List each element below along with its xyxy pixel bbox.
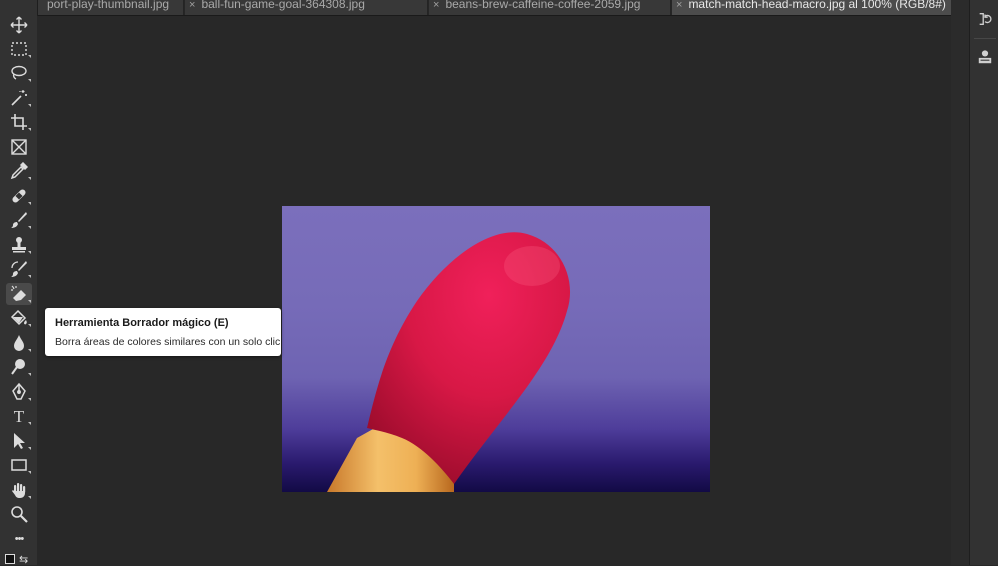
match-photo bbox=[327, 232, 571, 492]
marquee-icon bbox=[11, 42, 27, 56]
submenu-indicator-icon bbox=[28, 373, 31, 376]
pen-icon bbox=[12, 383, 26, 400]
swap-colors-icon[interactable]: ⇆ bbox=[19, 553, 28, 566]
tab-label: beans-brew-caffeine-coffee-2059.jpg bbox=[445, 0, 641, 11]
type-tool[interactable]: T bbox=[6, 405, 32, 427]
tool-tooltip: Herramienta Borrador mágico (E) Borra ár… bbox=[45, 308, 281, 356]
close-icon[interactable]: × bbox=[433, 0, 439, 11]
panel-gutter bbox=[951, 0, 969, 565]
tooltip-title: Herramienta Borrador mágico (E) bbox=[55, 317, 229, 329]
submenu-indicator-icon bbox=[28, 177, 31, 180]
magic-wand-icon bbox=[11, 90, 27, 106]
zoom-icon bbox=[11, 506, 28, 523]
submenu-indicator-icon bbox=[28, 422, 31, 425]
submenu-indicator-icon bbox=[28, 55, 31, 58]
magic-eraser-icon bbox=[11, 285, 26, 301]
submenu-indicator-icon bbox=[28, 300, 31, 303]
tab-beans-brew-caffeine-coffee[interactable]: × beans-brew-caffeine-coffee-2059.jpg bbox=[429, 0, 671, 15]
bandage-icon bbox=[12, 189, 26, 203]
clone-stamp-tool[interactable] bbox=[6, 234, 32, 256]
close-icon[interactable]: × bbox=[676, 0, 682, 11]
crop-tool[interactable] bbox=[6, 111, 32, 133]
rectangle-tool[interactable] bbox=[6, 454, 32, 476]
drop-icon bbox=[14, 335, 24, 351]
ellipsis-icon: ••• bbox=[14, 532, 25, 545]
dock-divider bbox=[974, 38, 996, 39]
blur-tool[interactable] bbox=[6, 332, 32, 354]
eyedropper-icon bbox=[10, 162, 28, 180]
frame-tool[interactable] bbox=[6, 136, 32, 158]
magic-wand-tool[interactable] bbox=[6, 87, 32, 109]
tab-port-play-thumbnail[interactable]: port-play-thumbnail.jpg bbox=[37, 0, 184, 15]
more-tools[interactable]: ••• bbox=[6, 528, 32, 550]
dodge-icon bbox=[11, 359, 25, 375]
libraries-panel-icon[interactable] bbox=[975, 47, 995, 67]
type-icon: T bbox=[13, 406, 25, 426]
rectangle-icon bbox=[11, 459, 27, 471]
tab-ball-fun-game-goal[interactable]: × ball-fun-game-goal-364308.jpg bbox=[185, 0, 428, 15]
submenu-indicator-icon bbox=[28, 349, 31, 352]
close-icon[interactable]: × bbox=[189, 0, 195, 11]
paint-bucket-tool[interactable] bbox=[6, 307, 32, 329]
crop-icon bbox=[11, 114, 27, 130]
arrow-icon bbox=[14, 433, 25, 449]
submenu-indicator-icon bbox=[28, 202, 31, 205]
magic-eraser-tool[interactable] bbox=[6, 283, 32, 305]
submenu-indicator-icon bbox=[28, 128, 31, 131]
tab-label: match-match-head-macro.jpg al 100% (RGB/… bbox=[688, 0, 946, 11]
brush-tool[interactable] bbox=[6, 209, 32, 231]
frame-icon bbox=[11, 139, 27, 155]
history-brush-tool[interactable] bbox=[6, 258, 32, 280]
submenu-indicator-icon bbox=[28, 496, 31, 499]
eyedropper-tool[interactable] bbox=[6, 160, 32, 182]
document-tab-bar: port-play-thumbnail.jpg × ball-fun-game-g… bbox=[37, 0, 951, 16]
tab-match-match-head-macro[interactable]: × match-match-head-macro.jpg al 100% (RGB… bbox=[672, 0, 951, 15]
tools-panel: T ••• ⇆ bbox=[0, 0, 38, 566]
submenu-indicator-icon bbox=[28, 226, 31, 229]
hand-tool[interactable] bbox=[6, 479, 32, 501]
submenu-indicator-icon bbox=[28, 275, 31, 278]
dodge-tool[interactable] bbox=[6, 356, 32, 378]
history-brush-icon bbox=[11, 261, 27, 277]
tab-label: ball-fun-game-goal-364308.jpg bbox=[201, 0, 365, 11]
tab-label: port-play-thumbnail.jpg bbox=[47, 0, 170, 11]
zoom-tool[interactable] bbox=[6, 503, 32, 525]
submenu-indicator-icon bbox=[28, 104, 31, 107]
stamp-icon bbox=[12, 237, 26, 253]
path-selection-tool[interactable] bbox=[6, 430, 32, 452]
lasso-tool[interactable] bbox=[6, 62, 32, 84]
default-colors-icon[interactable] bbox=[5, 554, 15, 564]
submenu-indicator-icon bbox=[28, 471, 31, 474]
submenu-indicator-icon bbox=[28, 79, 31, 82]
lasso-icon bbox=[11, 65, 27, 80]
submenu-indicator-icon bbox=[28, 447, 31, 450]
pen-tool[interactable] bbox=[6, 381, 32, 403]
brush-icon bbox=[11, 212, 27, 228]
tooltip-description: Borra áreas de colores similares con un … bbox=[55, 336, 281, 348]
move-icon bbox=[10, 16, 28, 34]
move-tool[interactable] bbox=[6, 14, 32, 36]
submenu-indicator-icon bbox=[28, 251, 31, 254]
submenu-indicator-icon bbox=[28, 324, 31, 327]
healing-brush-tool[interactable] bbox=[6, 185, 32, 207]
paint-bucket-icon bbox=[10, 309, 27, 326]
right-panel-dock bbox=[969, 0, 998, 565]
document-image[interactable] bbox=[282, 206, 710, 492]
submenu-indicator-icon bbox=[28, 398, 31, 401]
history-panel-icon[interactable] bbox=[975, 9, 995, 29]
rectangular-marquee-tool[interactable] bbox=[6, 38, 32, 60]
hand-icon bbox=[12, 483, 26, 498]
